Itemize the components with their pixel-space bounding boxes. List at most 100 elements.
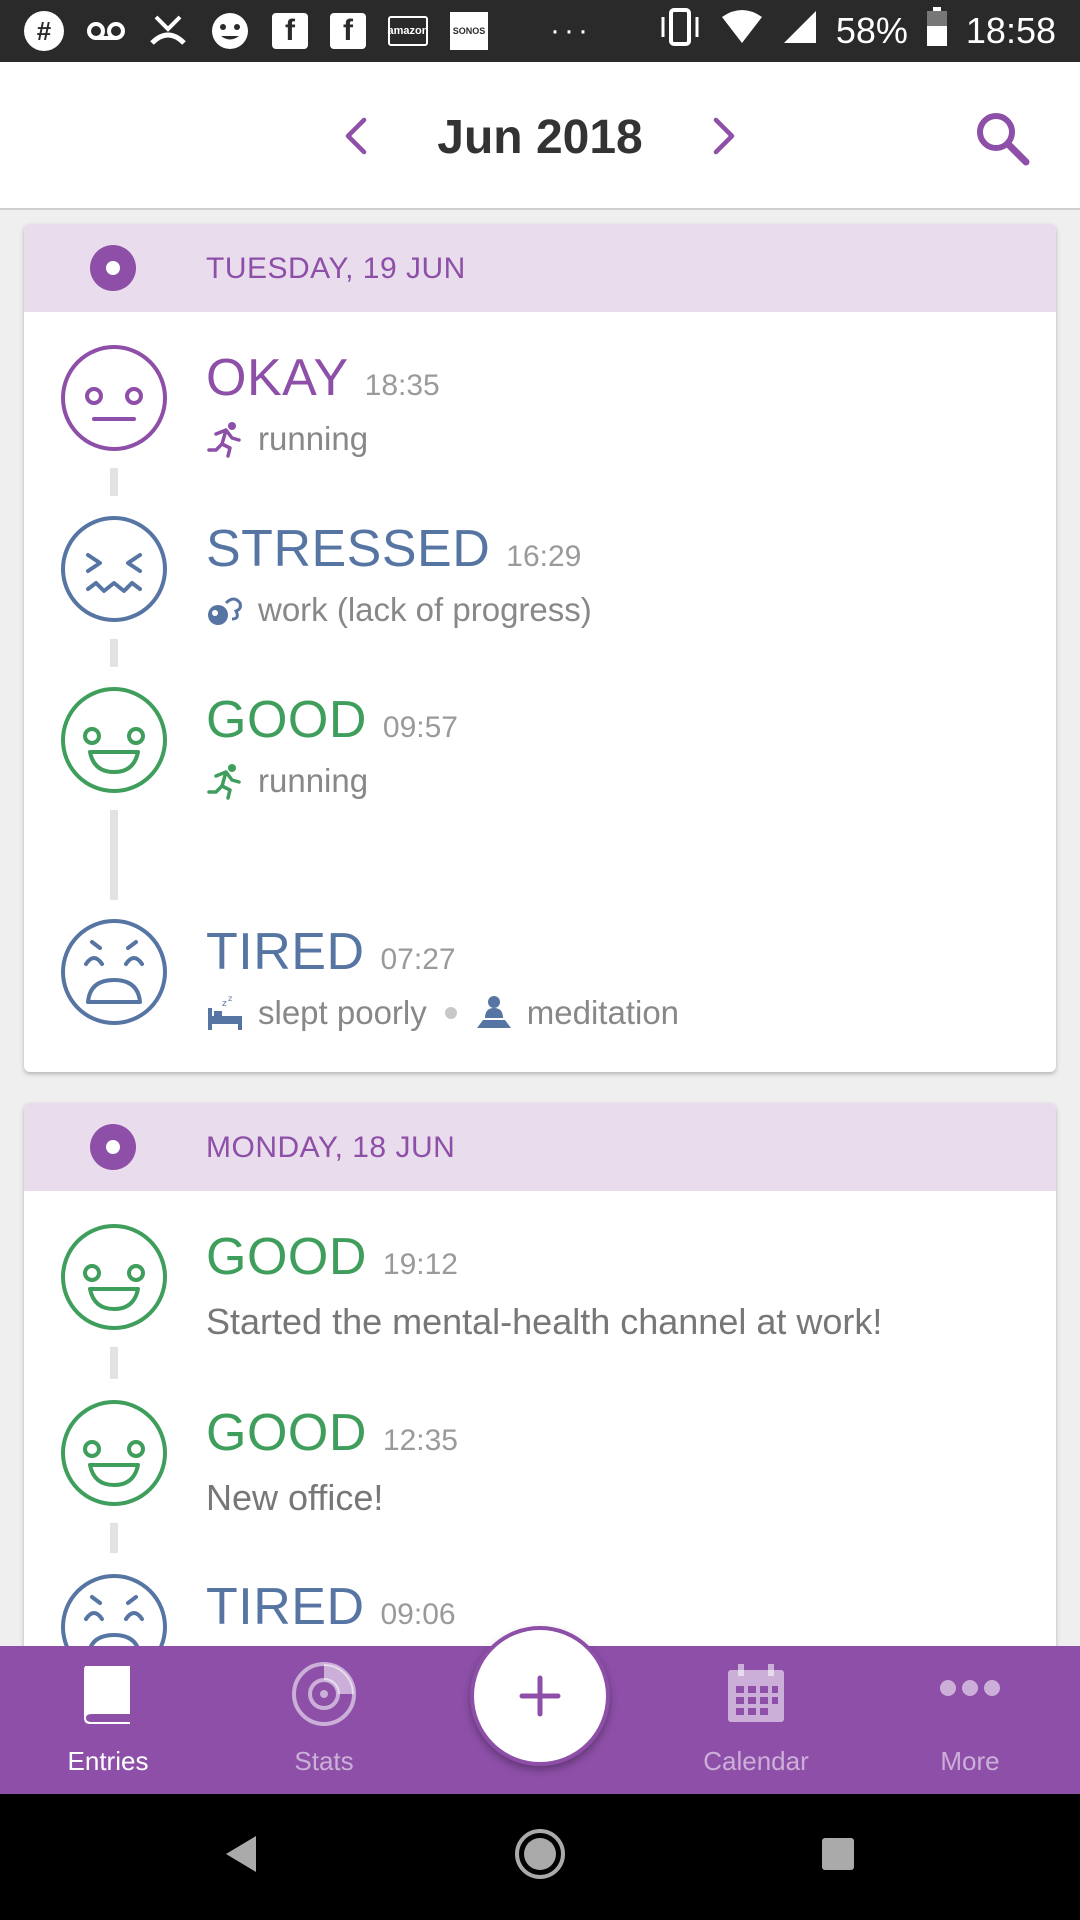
mood-label: TIRED	[206, 923, 365, 981]
more-icon	[940, 1680, 1000, 1696]
mood-label: TIRED	[206, 1578, 365, 1636]
next-month-button[interactable]	[704, 106, 744, 166]
plus-icon	[519, 1675, 561, 1717]
mood-label: GOOD	[206, 1228, 367, 1286]
day-header: MONDAY, 18 JUN	[24, 1103, 1056, 1191]
activity-separator	[444, 1007, 457, 1019]
book-icon	[84, 1666, 130, 1724]
nav-label: Entries	[67, 1746, 149, 1776]
entry-time: 19:12	[382, 1248, 458, 1281]
activity-list: zz slept poorly meditation	[206, 994, 679, 1032]
activity-label: meditation	[526, 994, 680, 1031]
search-button[interactable]	[972, 108, 1032, 168]
sonos-icon: SONOS	[450, 12, 488, 50]
mood-label: GOOD	[206, 1404, 367, 1462]
entry-time: 09:06	[380, 1598, 456, 1631]
day-marker-icon	[90, 1124, 136, 1170]
neutral-face-icon	[61, 345, 167, 451]
activity-label: slept poorly	[258, 994, 427, 1031]
system-indicators: 58% 18:58	[658, 6, 1056, 56]
timeline-connector	[110, 1523, 118, 1553]
timeline-connector	[110, 639, 118, 667]
bed-icon: zz	[208, 994, 242, 1030]
nav-calendar[interactable]: Calendar	[656, 1646, 856, 1794]
svg-text:z: z	[222, 999, 227, 1009]
meditation-icon	[476, 996, 511, 1028]
facebook-icon: f	[272, 13, 308, 49]
day-header: TUESDAY, 19 JUN	[24, 224, 1056, 312]
mood-label: OKAY	[206, 349, 349, 407]
nav-label: Stats	[294, 1746, 354, 1776]
slack-icon: #	[24, 11, 64, 51]
mood-label: STRESSED	[206, 520, 491, 578]
vibrate-icon	[658, 7, 702, 56]
entry-time: 07:27	[380, 943, 456, 976]
mood-label: GOOD	[206, 691, 367, 749]
mood-title: OKAY 18:35	[206, 348, 440, 408]
mood-title: GOOD 12:35	[206, 1403, 458, 1463]
facebook-icon: f	[330, 13, 366, 49]
nav-label: Calendar	[703, 1746, 809, 1776]
more-notifications-icon: ···	[550, 14, 592, 47]
month-title: Jun 2018	[437, 111, 643, 164]
happy-face-icon	[61, 1400, 167, 1506]
battery-percent: 58%	[835, 10, 908, 51]
day-date: TUESDAY, 19 JUN	[206, 252, 466, 285]
recents-square-icon	[822, 1838, 854, 1870]
home-button[interactable]	[510, 1824, 570, 1884]
running-icon	[207, 764, 241, 800]
add-entry-button[interactable]	[470, 1626, 610, 1766]
entry-time: 18:35	[364, 369, 440, 402]
nav-more[interactable]: More	[870, 1646, 1070, 1794]
mood-title: TIRED 07:27	[206, 922, 456, 982]
chevron-right-icon	[713, 117, 735, 155]
mood-title: TIRED 09:06	[206, 1577, 456, 1637]
timeline-connector	[110, 468, 118, 496]
back-triangle-icon	[226, 1836, 256, 1872]
happy-face-icon	[61, 687, 167, 793]
activity-label: work (lack of progress)	[258, 591, 592, 628]
face-icon	[210, 11, 250, 51]
pie-chart-icon	[292, 1662, 356, 1726]
timeline-connector	[110, 810, 118, 900]
activity-label: running	[258, 420, 369, 457]
happy-face-icon	[61, 1224, 167, 1330]
entry-note: New office!	[206, 1477, 384, 1518]
missed-call-icon	[148, 11, 188, 51]
timeline-connector	[110, 1347, 118, 1379]
entry-time: 16:29	[506, 540, 582, 573]
activity-list: work (lack of progress)	[206, 591, 592, 629]
day-marker-icon	[90, 245, 136, 291]
day-date: MONDAY, 18 JUN	[206, 1131, 456, 1164]
entry-time: 09:57	[382, 711, 458, 744]
back-button[interactable]	[212, 1824, 272, 1884]
stressed-face-icon	[61, 516, 167, 622]
recents-button[interactable]	[808, 1824, 868, 1884]
previous-month-button[interactable]	[336, 106, 376, 166]
mood-title: GOOD 09:57	[206, 690, 458, 750]
mood-title: STRESSED 16:29	[206, 519, 581, 579]
svg-text:z: z	[228, 994, 232, 1003]
home-circle-icon	[515, 1829, 565, 1879]
day-card: TUESDAY, 19 JUN OKAY 18:35 running STRESS…	[24, 224, 1056, 1072]
calendar-icon	[728, 1664, 784, 1722]
running-icon	[207, 422, 241, 458]
nav-label: More	[940, 1746, 1000, 1776]
clock: 18:58	[965, 10, 1056, 51]
wifi-icon	[720, 9, 764, 54]
nav-entries[interactable]: Entries	[8, 1646, 208, 1794]
work-icon	[208, 597, 242, 625]
top-app-bar: Jun 2018	[0, 62, 1080, 210]
entry-time: 12:35	[382, 1424, 458, 1457]
status-bar: # f f amazon SONOS ··· 58% 18:58	[0, 0, 1080, 62]
voicemail-icon	[86, 11, 126, 51]
signal-icon	[782, 9, 818, 54]
nav-stats[interactable]: Stats	[224, 1646, 424, 1794]
entry-note: Started the mental-health channel at wor…	[206, 1301, 883, 1342]
mood-title: GOOD 19:12	[206, 1227, 458, 1287]
amazon-icon: amazon	[388, 16, 428, 46]
battery-icon	[926, 6, 948, 56]
activity-list: running	[206, 420, 368, 458]
day-card: MONDAY, 18 JUN GOOD 19:12 Started the men…	[24, 1103, 1056, 1663]
tired-face-icon	[61, 919, 167, 1025]
